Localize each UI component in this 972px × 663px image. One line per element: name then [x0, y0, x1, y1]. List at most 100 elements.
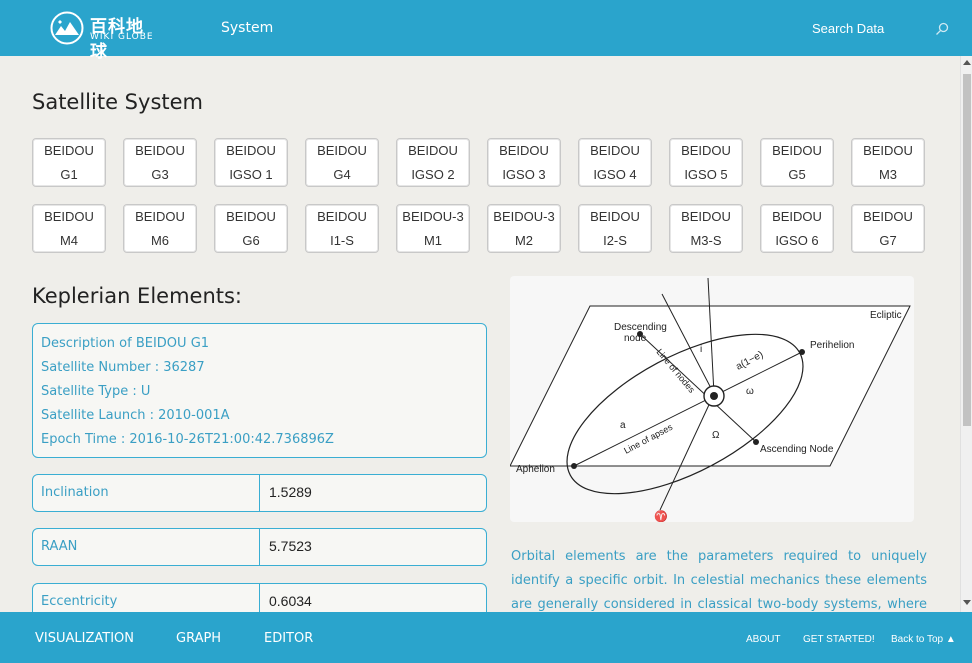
aries-symbol: ♈: [654, 510, 668, 522]
satellite-button-id: G1: [60, 167, 78, 182]
epoch-time: Epoch Time : 2016-10-26T21:00:42.736896Z: [41, 432, 334, 447]
satellite-button[interactable]: BEIDOU IGSO 1: [214, 138, 288, 187]
wiki-globe-logo[interactable]: 百科地球 WIKI GLOBE: [50, 11, 160, 62]
ecliptic-label: Ecliptic: [870, 310, 902, 321]
satellite-button-family: BEIDOU: [317, 209, 367, 224]
perihelion-label: Perihelion: [810, 340, 854, 351]
satellite-button[interactable]: BEIDOU M3: [851, 138, 925, 187]
ascending-node-label: Ascending Node: [760, 444, 834, 455]
satellite-button-id: IGSO 6: [775, 233, 819, 248]
logo-english-text: WIKI GLOBE: [90, 32, 154, 42]
aphelion-label: Aphelion: [516, 464, 555, 475]
satellite-button-id: IGSO 5: [684, 167, 728, 182]
orbital-elements-paragraph: Orbital elements are the parameters requ…: [511, 549, 927, 612]
scroll-thumb[interactable]: [963, 74, 971, 426]
satellite-button-family: BEIDOU: [590, 143, 640, 158]
page-scrollbar[interactable]: [960, 56, 972, 612]
omega-big-label: Ω: [712, 430, 720, 441]
satellite-button[interactable]: BEIDOU M4: [32, 204, 106, 253]
satellite-button-family: BEIDOU: [44, 209, 94, 224]
a-label: a: [620, 420, 626, 431]
inclination-field: Inclination 1.5289: [32, 474, 487, 512]
satellite-button[interactable]: BEIDOU I1-S: [305, 204, 379, 253]
satellite-button-family: BEIDOU: [226, 143, 276, 158]
satellite-button-id: IGSO 2: [411, 167, 455, 182]
satellite-button-family: BEIDOU: [681, 209, 731, 224]
inclination-value[interactable]: 1.5289: [269, 484, 312, 500]
satellite-button[interactable]: BEIDOU G6: [214, 204, 288, 253]
satellite-system-heading: Satellite System: [32, 90, 203, 114]
satellite-button[interactable]: BEIDOU IGSO 4: [578, 138, 652, 187]
satellite-button-id: IGSO 4: [593, 167, 637, 182]
satellite-button-id: M2: [514, 233, 534, 248]
satellite-button[interactable]: BEIDOU IGSO 2: [396, 138, 470, 187]
satellite-button-family: BEIDOU-3: [402, 209, 464, 224]
paragraph-viewport: Orbital elements are the parameters requ…: [0, 545, 960, 612]
satellite-description-box: Description of BEIDOU G1 Satellite Numbe…: [32, 323, 487, 458]
satellite-button[interactable]: BEIDOU G7: [851, 204, 925, 253]
satellite-button[interactable]: BEIDOU M6: [123, 204, 197, 253]
satellite-button-family: BEIDOU: [226, 209, 276, 224]
satellite-button-id: IGSO 1: [229, 167, 273, 182]
satellite-button-id: M4: [59, 233, 79, 248]
satellite-button-family: BEIDOU: [44, 143, 94, 158]
orbital-elements-diagram: Ecliptic Descending node Line of nodes P…: [509, 276, 914, 523]
satellite-button-id: M3-S: [690, 233, 722, 248]
search-data-label[interactable]: Search Data: [812, 21, 884, 36]
satellite-button[interactable]: BEIDOU IGSO 3: [487, 138, 561, 187]
satellite-button[interactable]: BEIDOU G3: [123, 138, 197, 187]
top-navbar: 百科地球 WIKI GLOBE System Search Data: [0, 0, 972, 62]
satellite-button-family: BEIDOU: [772, 143, 822, 158]
node-label: node: [624, 333, 647, 344]
field-divider: [259, 475, 260, 511]
satellite-button-id: I2-S: [603, 233, 627, 248]
satellite-button-family: BEIDOU: [863, 143, 913, 158]
omega-small-label: ω: [746, 386, 754, 397]
satellite-button[interactable]: BEIDOU IGSO 5: [669, 138, 743, 187]
footer-visualization-link[interactable]: VISUALIZATION: [35, 631, 134, 646]
satellite-button-id: G4: [333, 167, 351, 182]
satellite-button-id: G7: [879, 233, 897, 248]
satellite-button-id: I1-S: [330, 233, 354, 248]
satellite-button-id: G3: [151, 167, 169, 182]
satellite-button-family: BEIDOU: [408, 143, 458, 158]
description-title: Description of BEIDOU G1: [41, 336, 210, 351]
inclination-i-label: i: [700, 344, 702, 355]
satellite-button[interactable]: BEIDOU G1: [32, 138, 106, 187]
satellite-button-family: BEIDOU: [772, 209, 822, 224]
satellite-type: Satellite Type : U: [41, 384, 151, 399]
satellite-button-family: BEIDOU: [135, 209, 185, 224]
satellite-button[interactable]: BEIDOU G5: [760, 138, 834, 187]
satellite-button[interactable]: BEIDOU-3 M2: [487, 204, 561, 253]
satellite-button[interactable]: BEIDOU-3 M1: [396, 204, 470, 253]
satellite-button[interactable]: BEIDOU I2-S: [578, 204, 652, 253]
satellite-button-family: BEIDOU: [499, 143, 549, 158]
nav-system-link[interactable]: System: [221, 20, 273, 36]
satellite-button[interactable]: BEIDOU M3-S: [669, 204, 743, 253]
scroll-up-arrow-icon[interactable]: [963, 60, 971, 65]
footer-get-started-link[interactable]: GET STARTED!: [803, 634, 875, 645]
footer-editor-link[interactable]: EDITOR: [264, 631, 313, 646]
footer-bar: VISUALIZATION GRAPH EDITOR ABOUT GET STA…: [0, 612, 972, 663]
keplerian-elements-heading: Keplerian Elements:: [32, 284, 243, 308]
scroll-down-arrow-icon[interactable]: [963, 600, 971, 605]
satellite-button-family: BEIDOU: [681, 143, 731, 158]
satellite-button-family: BEIDOU: [863, 209, 913, 224]
search-icon[interactable]: [935, 22, 949, 36]
footer-graph-link[interactable]: GRAPH: [176, 631, 221, 646]
satellite-number: Satellite Number : 36287: [41, 360, 205, 375]
satellite-button-family: BEIDOU-3: [493, 209, 555, 224]
back-to-top-link[interactable]: Back to Top ▲: [891, 634, 956, 645]
satellite-launch: Satellite Launch : 2010-001A: [41, 408, 230, 423]
satellite-button-family: BEIDOU: [135, 143, 185, 158]
satellite-button[interactable]: BEIDOU IGSO 6: [760, 204, 834, 253]
satellite-button-family: BEIDOU: [590, 209, 640, 224]
globe-logo-icon: [50, 11, 84, 45]
satellite-button-id: M6: [150, 233, 170, 248]
footer-about-link[interactable]: ABOUT: [746, 634, 780, 645]
satellite-button-id: IGSO 3: [502, 167, 546, 182]
orbit-diagram-svg: Ecliptic Descending node Line of nodes P…: [509, 277, 911, 523]
satellite-button-family: BEIDOU: [317, 143, 367, 158]
satellite-button-id: M1: [423, 233, 443, 248]
satellite-button[interactable]: BEIDOU G4: [305, 138, 379, 187]
